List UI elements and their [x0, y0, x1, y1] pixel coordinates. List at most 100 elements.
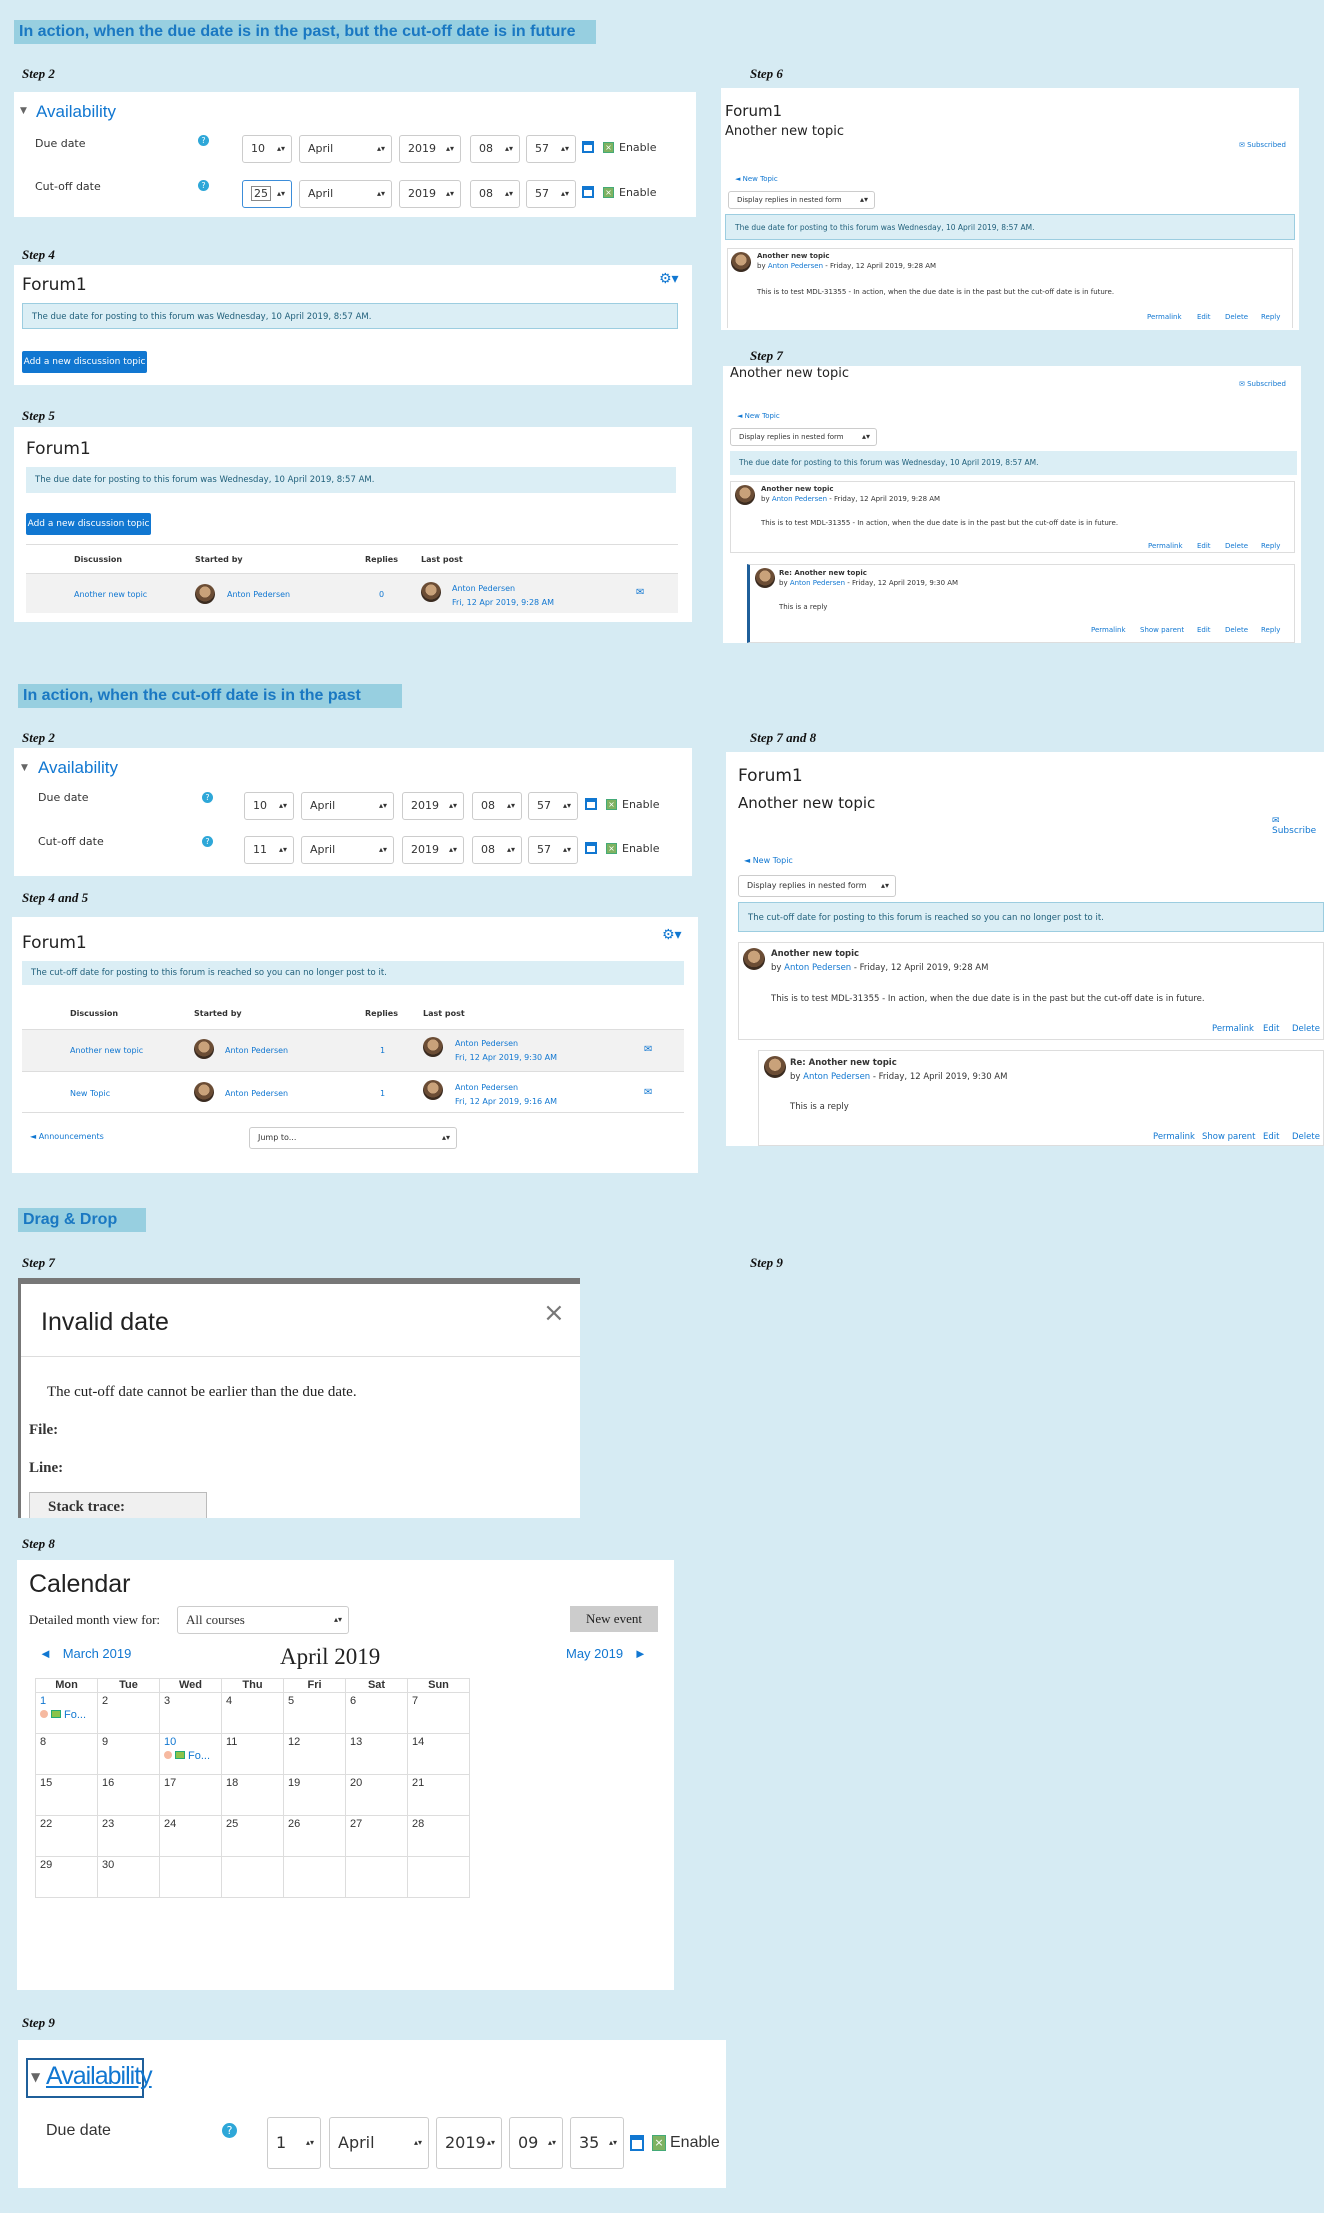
calendar-event[interactable]: Fo... — [40, 1707, 93, 1721]
day-number[interactable]: 20 — [350, 1777, 362, 1789]
day-number[interactable]: 27 — [350, 1818, 362, 1830]
reply-link[interactable]: Reply — [1261, 313, 1280, 321]
day-number[interactable]: 25 — [226, 1818, 238, 1830]
day-number[interactable]: 14 — [412, 1736, 424, 1748]
checkbox-icon[interactable]: × — [606, 843, 617, 854]
day-cell[interactable]: 10 Fo... — [160, 1734, 222, 1775]
checkbox-icon[interactable]: × — [603, 142, 614, 153]
prev-month-link[interactable]: ◄ March 2019 — [39, 1646, 131, 1661]
collapse-icon[interactable]: ▼ — [21, 763, 28, 773]
permalink-link[interactable]: Permalink — [1091, 626, 1126, 634]
delete-link[interactable]: Delete — [1292, 1024, 1320, 1034]
due-day-select[interactable]: 10 ▴▾ — [244, 792, 294, 820]
day-number[interactable]: 5 — [288, 1695, 294, 1707]
stack-trace-button[interactable]: Stack trace: — [29, 1492, 207, 1518]
discussion-link[interactable]: Another new topic — [74, 590, 147, 599]
replies-count[interactable]: 1 — [380, 1089, 385, 1098]
day-cell[interactable]: 24 — [160, 1816, 222, 1857]
day-cell[interactable]: 3 — [160, 1693, 222, 1734]
day-number[interactable]: 11 — [226, 1736, 237, 1748]
permalink-link[interactable]: Permalink — [1153, 1132, 1195, 1142]
day-number[interactable]: 15 — [40, 1777, 52, 1789]
reply-link[interactable]: Reply — [1261, 542, 1280, 550]
back-link[interactable]: ◄ New Topic — [737, 412, 780, 420]
calendar-icon[interactable] — [585, 842, 597, 854]
day-cell[interactable]: 26 — [284, 1816, 346, 1857]
gear-icon[interactable]: ⚙▾ — [659, 271, 679, 287]
due-month-select[interactable]: April ▴▾ — [301, 792, 394, 820]
day-number[interactable]: 2 — [102, 1695, 108, 1707]
collapse-icon[interactable]: ▼ — [31, 2070, 40, 2084]
day-cell[interactable]: 2 — [98, 1693, 160, 1734]
due-year-select[interactable]: 2019 ▴▾ — [399, 135, 461, 163]
mail-icon[interactable]: ✉ — [644, 1044, 652, 1055]
last-post-author[interactable]: Anton Pedersen — [455, 1083, 518, 1092]
display-mode-select[interactable]: Display replies in nested form ▴▾ — [730, 428, 877, 446]
day-number[interactable]: 1 — [40, 1695, 46, 1707]
day-cell[interactable]: 18 — [222, 1775, 284, 1816]
author-link[interactable]: Anton Pedersen — [227, 590, 290, 599]
permalink-link[interactable]: Permalink — [1148, 542, 1183, 550]
day-cell[interactable]: 23 — [98, 1816, 160, 1857]
day-number[interactable]: 22 — [40, 1818, 52, 1830]
due-year-select[interactable]: 2019 ▴▾ — [402, 792, 464, 820]
last-post-date[interactable]: Fri, 12 Apr 2019, 9:30 AM — [455, 1053, 557, 1062]
day-cell[interactable]: 13 — [346, 1734, 408, 1775]
calendar-icon[interactable] — [582, 186, 594, 198]
replies-count[interactable]: 0 — [379, 590, 384, 599]
day-number[interactable]: 10 — [164, 1736, 176, 1748]
edit-link[interactable]: Edit — [1197, 626, 1211, 634]
day-cell[interactable]: 28 — [408, 1816, 470, 1857]
cutoff-year-select[interactable]: 2019 ▴▾ — [402, 836, 464, 864]
due-month-select[interactable]: April ▴▾ — [299, 135, 392, 163]
show-parent-link[interactable]: Show parent — [1202, 1132, 1256, 1142]
availability-heading[interactable]: Availability — [38, 758, 118, 778]
day-number[interactable]: 19 — [288, 1777, 300, 1789]
cutoff-month-select[interactable]: April ▴▾ — [299, 180, 392, 208]
last-post-author[interactable]: Anton Pedersen — [452, 584, 515, 593]
checkbox-icon[interactable]: × — [652, 2135, 666, 2151]
day-number[interactable]: 29 — [40, 1859, 52, 1871]
permalink-link[interactable]: Permalink — [1212, 1024, 1254, 1034]
discussion-link[interactable]: Another new topic — [70, 1046, 143, 1055]
subscribe-link[interactable]: ✉ Subscribe — [1272, 816, 1324, 836]
mail-icon[interactable]: ✉ — [644, 1087, 652, 1098]
day-number[interactable]: 8 — [40, 1736, 46, 1748]
last-post-date[interactable]: Fri, 12 Apr 2019, 9:16 AM — [455, 1097, 557, 1106]
availability-heading[interactable]: Availability — [36, 102, 116, 122]
day-number[interactable]: 3 — [164, 1695, 170, 1707]
day-cell[interactable]: 16 — [98, 1775, 160, 1816]
back-link[interactable]: ◄ New Topic — [744, 856, 793, 865]
day-number[interactable]: 9 — [102, 1736, 108, 1748]
day-cell[interactable]: 19 — [284, 1775, 346, 1816]
announcements-link[interactable]: ◄ Announcements — [30, 1132, 104, 1141]
display-mode-select[interactable]: Display replies in nested form ▴▾ — [728, 191, 875, 209]
last-post-author[interactable]: Anton Pedersen — [455, 1039, 518, 1048]
last-post-date[interactable]: Fri, 12 Apr 2019, 9:28 AM — [452, 598, 554, 607]
day-number[interactable]: 12 — [288, 1736, 300, 1748]
gear-icon[interactable]: ⚙▾ — [662, 927, 682, 943]
due-hour-select[interactable]: 08 ▴▾ — [470, 135, 520, 163]
checkbox-icon[interactable]: × — [606, 799, 617, 810]
jump-to-select[interactable]: Jump to... ▴▾ — [249, 1127, 457, 1149]
day-cell[interactable]: 12 — [284, 1734, 346, 1775]
help-icon[interactable]: ? — [202, 792, 213, 803]
author-link[interactable]: Anton Pedersen — [225, 1046, 288, 1055]
cutoff-hour-select[interactable]: 08 ▴▾ — [470, 180, 520, 208]
delete-link[interactable]: Delete — [1292, 1132, 1320, 1142]
permalink-link[interactable]: Permalink — [1147, 313, 1182, 321]
day-number[interactable]: 13 — [350, 1736, 362, 1748]
add-topic-button[interactable]: Add a new discussion topic — [26, 513, 151, 535]
back-link[interactable]: ◄ New Topic — [735, 175, 778, 183]
display-mode-select[interactable]: Display replies in nested form ▴▾ — [738, 875, 896, 897]
due-minute-select[interactable]: 57 ▴▾ — [528, 792, 578, 820]
edit-link[interactable]: Edit — [1197, 542, 1211, 550]
day-number[interactable]: 4 — [226, 1695, 232, 1707]
calendar-icon[interactable] — [630, 2135, 644, 2151]
collapse-icon[interactable]: ▼ — [20, 106, 27, 116]
day-cell[interactable]: 8 — [36, 1734, 98, 1775]
day-cell[interactable]: 4 — [222, 1693, 284, 1734]
help-icon[interactable]: ? — [222, 2123, 237, 2138]
day-cell[interactable]: 5 — [284, 1693, 346, 1734]
day-cell[interactable]: 6 — [346, 1693, 408, 1734]
